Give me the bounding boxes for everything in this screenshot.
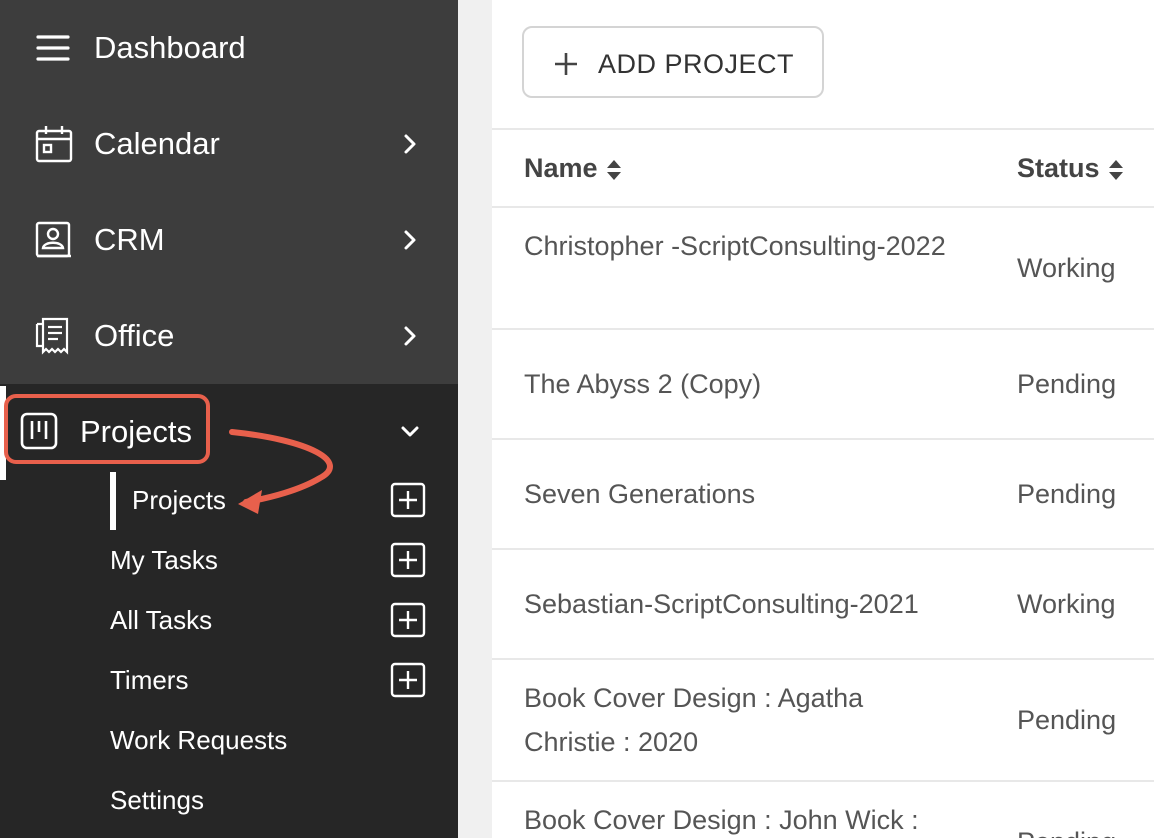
divider	[492, 658, 1154, 660]
divider	[492, 780, 1154, 782]
sub-item-all-tasks[interactable]: All Tasks	[0, 592, 458, 648]
divider	[492, 328, 1154, 330]
project-status-cell: Working	[1017, 253, 1116, 283]
divider	[492, 128, 1154, 130]
calendar-icon	[34, 124, 74, 164]
divider	[492, 206, 1154, 208]
add-box-icon[interactable]	[390, 482, 426, 518]
project-name-cell[interactable]: Book Cover Design : Agatha Christie : 20…	[524, 676, 944, 764]
sub-item-label: My Tasks	[110, 545, 218, 575]
sub-item-label: Timers	[110, 665, 189, 695]
add-box-icon[interactable]	[390, 662, 426, 698]
sidebar-item-label: CRM	[94, 222, 165, 257]
contact-book-icon	[34, 220, 74, 260]
sub-item-label: Settings	[110, 785, 204, 815]
chevron-right-icon	[396, 226, 424, 254]
menu-icon	[34, 28, 74, 68]
project-status-cell: Pending	[1017, 479, 1117, 509]
chevron-right-icon	[396, 322, 424, 350]
sidebar-item-label: Dashboard	[94, 30, 246, 65]
project-status-cell: Working	[1017, 589, 1116, 619]
sort-icon	[606, 158, 622, 182]
column-header-name[interactable]: Name	[524, 148, 622, 188]
sub-item-label: Work Requests	[110, 725, 288, 755]
project-name-cell[interactable]: Sebastian-ScriptConsulting-2021	[524, 582, 984, 626]
sub-item-label: All Tasks	[110, 605, 213, 635]
project-name-cell[interactable]: Christopher -ScriptConsulting-2022	[524, 224, 984, 268]
project-name-cell[interactable]: Book Cover Design : John Wick :	[524, 798, 964, 838]
sub-item-projects[interactable]: Projects	[0, 472, 458, 528]
add-box-icon[interactable]	[390, 542, 426, 578]
column-header-label: Name	[524, 153, 598, 183]
sidebar-item-label: Office	[94, 318, 175, 353]
sidebar-item-calendar[interactable]: Calendar	[0, 96, 458, 192]
project-status-cell: Pending	[1017, 820, 1116, 838]
project-status-cell: Pending	[1017, 369, 1117, 399]
sidebar-item-dashboard[interactable]: Dashboard	[0, 0, 458, 96]
sidebar-item-office[interactable]: Office	[0, 288, 458, 384]
sidebar-item-label: Calendar	[94, 126, 220, 161]
chevron-right-icon	[396, 130, 424, 158]
column-header-label: Status	[1017, 153, 1100, 183]
chevron-down-icon	[396, 418, 424, 446]
sub-item-settings[interactable]: Settings	[0, 772, 458, 828]
project-status-cell: Pending	[1017, 705, 1117, 735]
sub-item-timers[interactable]: Timers	[0, 652, 458, 708]
sidebar-item-crm[interactable]: CRM	[0, 192, 458, 288]
divider	[492, 548, 1154, 550]
add-box-icon[interactable]	[390, 602, 426, 638]
plus-icon	[552, 50, 580, 78]
sub-item-work-requests[interactable]: Work Requests	[0, 712, 458, 768]
sub-item-label: Projects	[132, 485, 226, 515]
project-name-cell[interactable]: The Abyss 2 (Copy)	[524, 362, 984, 406]
add-project-label: ADD PROJECT	[598, 49, 795, 79]
sidebar: Dashboard Calendar CRM Office Projects P…	[0, 0, 458, 838]
main-panel: ADD PROJECT Name Status Christopher -Scr…	[492, 0, 1154, 838]
annotation-highlight-box	[4, 394, 210, 464]
receipt-icon	[34, 316, 74, 356]
sort-icon	[1108, 158, 1124, 182]
divider	[492, 438, 1154, 440]
column-header-status[interactable]: Status	[1017, 148, 1124, 188]
add-project-button[interactable]: ADD PROJECT	[522, 26, 824, 98]
project-name-cell[interactable]: Seven Generations	[524, 472, 984, 516]
sub-item-my-tasks[interactable]: My Tasks	[0, 532, 458, 588]
